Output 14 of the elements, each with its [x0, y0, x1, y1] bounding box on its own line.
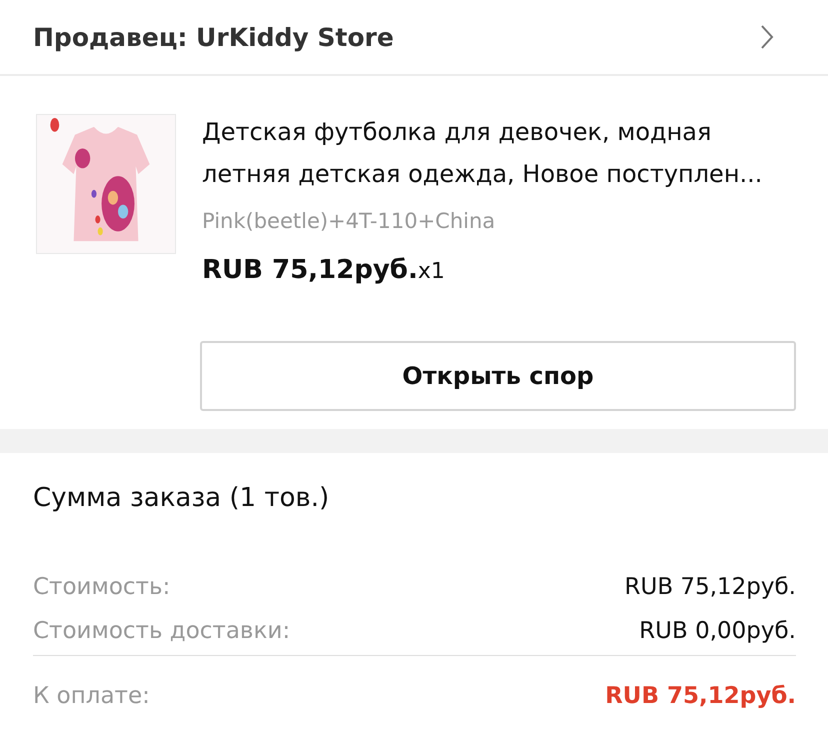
product-quantity: x1 — [418, 259, 445, 284]
product-price: RUB 75,12руб. — [202, 255, 418, 285]
open-dispute-button[interactable]: Открыть спор — [200, 341, 796, 411]
seller-name[interactable]: Продавец: UrKiddy Store — [33, 22, 394, 52]
summary-label: К оплате: — [33, 682, 150, 711]
product-title[interactable]: Детская футболка для девочек, модная летняя детская одежда, Новое поступлен... — [202, 111, 795, 195]
summary-value: RUB 0,00руб. — [639, 617, 796, 646]
product-variant: Pink(beetle)+4T-110+China — [202, 209, 496, 233]
summary-label: Стоимость: — [33, 573, 170, 602]
summary-value: RUB 75,12руб. — [624, 573, 796, 602]
summary-value: RUB 75,12руб. — [605, 682, 796, 711]
summary-title: Сумма заказа (1 тов.) — [33, 483, 330, 513]
summary-label: Стоимость доставки: — [33, 617, 290, 646]
chevron-right-icon[interactable] — [760, 24, 774, 50]
